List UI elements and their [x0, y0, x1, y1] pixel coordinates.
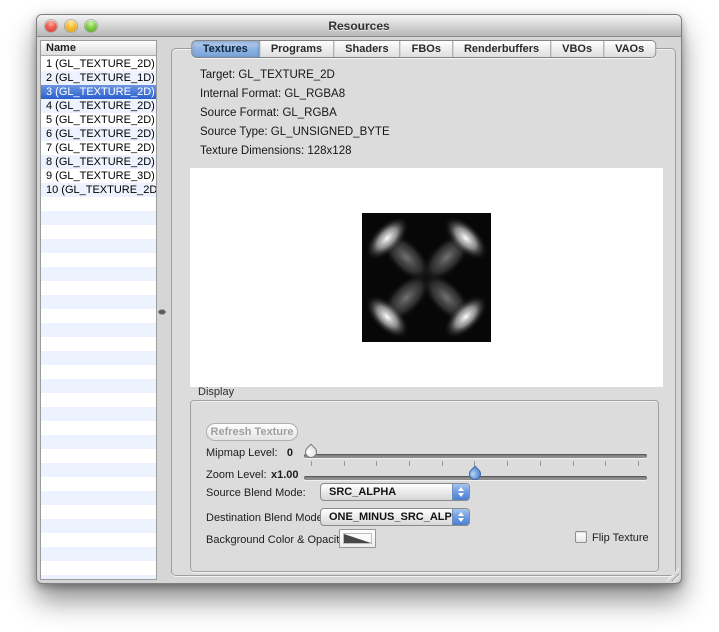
info-dimensions: Texture Dimensions: 128x128: [200, 142, 390, 161]
texture-info: Target: GL_TEXTURE_2DInternal Format: GL…: [200, 66, 390, 161]
info-internal-format: Internal Format: GL_RGBA8: [200, 85, 390, 104]
zoom-level-label: Zoom Level:: [206, 469, 267, 481]
title-bar[interactable]: Resources: [37, 15, 681, 37]
mipmap-level-value: 0: [277, 447, 293, 459]
tick-mark: [507, 461, 508, 466]
info-source-type: Source Type: GL_UNSIGNED_BYTE: [200, 123, 390, 142]
list-item[interactable]: 6 (GL_TEXTURE_2D): [41, 127, 156, 141]
list-item[interactable]: 7 (GL_TEXTURE_2D): [41, 141, 156, 155]
list-item[interactable]: 3 (GL_TEXTURE_2D): [41, 85, 156, 99]
list-item[interactable]: 8 (GL_TEXTURE_2D): [41, 155, 156, 169]
resources-window: Resources Name 1 (GL_TEXTURE_2D)2 (GL_TE…: [36, 14, 682, 584]
flip-texture-label: Flip Texture: [592, 532, 649, 544]
tab-renderbuffers[interactable]: Renderbuffers: [452, 41, 550, 57]
list-item[interactable]: 9 (GL_TEXTURE_3D): [41, 169, 156, 183]
popup-arrows-icon: [452, 509, 469, 525]
texture-image: [362, 213, 491, 342]
texture-list[interactable]: 1 (GL_TEXTURE_2D)2 (GL_TEXTURE_1D)3 (GL_…: [41, 57, 156, 579]
tick-mark: [344, 461, 345, 466]
color-swatch-icon: [343, 533, 372, 544]
list-header-name[interactable]: Name: [41, 41, 156, 56]
tab-vbos[interactable]: VBOs: [550, 41, 603, 57]
window-content: Name 1 (GL_TEXTURE_2D)2 (GL_TEXTURE_1D)3…: [37, 37, 681, 583]
list-item[interactable]: 10 (GL_TEXTURE_2D): [41, 183, 156, 197]
splitter-handle[interactable]: [158, 309, 166, 315]
info-target: Target: GL_TEXTURE_2D: [200, 66, 390, 85]
tick-mark: [638, 461, 639, 466]
zoom-level-value: x1.00: [271, 469, 299, 481]
display-group: Refresh Texture Mipmap Level: 0 Zoom Lev…: [190, 400, 659, 572]
list-item[interactable]: 5 (GL_TEXTURE_2D): [41, 113, 156, 127]
list-item[interactable]: 4 (GL_TEXTURE_2D): [41, 99, 156, 113]
source-blend-value: SRC_ALPHA: [329, 484, 396, 501]
mipmap-slider-track[interactable]: [304, 454, 647, 458]
display-group-label: Display: [198, 386, 234, 398]
list-item[interactable]: 1 (GL_TEXTURE_2D): [41, 57, 156, 71]
tick-mark: [376, 461, 377, 466]
mipmap-level-label: Mipmap Level:: [206, 447, 278, 459]
tick-mark: [311, 461, 312, 466]
refresh-texture-button[interactable]: Refresh Texture: [206, 423, 298, 441]
tab-vaos[interactable]: VAOs: [603, 41, 655, 57]
texture-preview-area[interactable]: [190, 168, 663, 387]
tick-mark: [605, 461, 606, 466]
tick-mark: [540, 461, 541, 466]
tick-mark: [409, 461, 410, 466]
window-title: Resources: [37, 15, 681, 37]
resource-list-pane: Name 1 (GL_TEXTURE_2D)2 (GL_TEXTURE_1D)3…: [40, 40, 157, 580]
list-item[interactable]: 2 (GL_TEXTURE_1D): [41, 71, 156, 85]
tab-fbos[interactable]: FBOs: [400, 41, 452, 57]
source-blend-label: Source Blend Mode:: [206, 487, 306, 499]
tab-content-panel: TexturesProgramsShadersFBOsRenderbuffers…: [171, 48, 676, 576]
dest-blend-value: ONE_MINUS_SRC_ALPHA: [329, 509, 468, 526]
popup-arrows-icon: [452, 484, 469, 500]
flip-texture-checkbox[interactable]: [575, 531, 587, 543]
info-source-format: Source Format: GL_RGBA: [200, 104, 390, 123]
tab-bar: TexturesProgramsShadersFBOsRenderbuffers…: [191, 40, 656, 58]
source-blend-select[interactable]: SRC_ALPHA: [320, 483, 470, 501]
tab-programs[interactable]: Programs: [259, 41, 333, 57]
tick-mark: [573, 461, 574, 466]
tick-mark: [442, 461, 443, 466]
tab-textures[interactable]: Textures: [192, 41, 259, 57]
dest-blend-label: Destination Blend Mode:: [206, 512, 326, 524]
tab-shaders[interactable]: Shaders: [333, 41, 399, 57]
background-color-well[interactable]: [339, 529, 376, 548]
background-color-label: Background Color & Opacity:: [206, 534, 348, 546]
dest-blend-select[interactable]: ONE_MINUS_SRC_ALPHA: [320, 508, 470, 526]
